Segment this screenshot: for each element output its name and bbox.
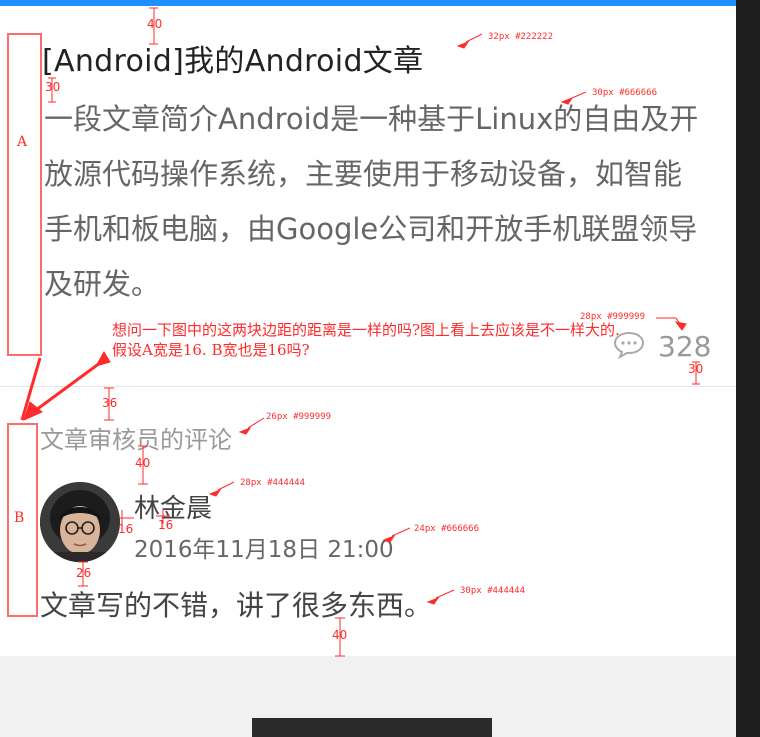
section-spec: 26px #999999 [266,412,332,422]
dim-40-top: 40 [147,17,163,31]
count-spec: 28px #999999 [580,312,646,322]
dim-16-left: 16 [118,522,134,536]
dim-16-right: 16 [158,518,174,532]
dim-36: 36 [102,396,118,410]
comment-spec: 30px #444444 [460,586,526,596]
time-spec: 24px #666666 [414,524,480,534]
dim-26: 26 [76,566,92,580]
summary-spec: 30px #666666 [592,88,658,98]
annotation-lines [7,7,700,657]
dim-40-section: 40 [135,456,151,470]
box-a-label: A [17,134,28,150]
dim-30-title: 30 [45,80,61,94]
box-b-label: B [14,510,25,526]
annotation-question: 想问一下图中的这两块边距的距离是一样的吗?图上看上去应该是不一样大的. 假设A宽… [112,321,620,359]
dim-30-count: 30 [688,362,704,376]
name-spec: 28px #444444 [240,478,306,488]
title-spec: 32px #222222 [488,32,554,42]
dim-40-bottom: 40 [332,628,348,642]
